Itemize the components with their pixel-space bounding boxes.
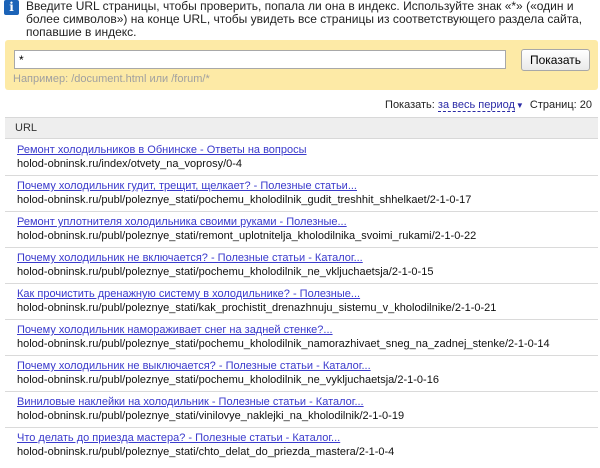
result-item: Почему холодильник гудит, трещит, щелкае… [0, 180, 600, 210]
result-url: holod-obninsk.ru/publ/poleznye_stati/cht… [17, 446, 395, 458]
result-title-link[interactable]: Почему холодильник намораживает снег на … [17, 324, 333, 336]
result-item: Ремонт уплотнителя холодильника своими р… [0, 216, 600, 246]
result-title-link[interactable]: Ремонт холодильников в Обнинске - Ответы… [17, 144, 307, 156]
result-url: holod-obninsk.ru/publ/poleznye_stati/rem… [17, 230, 477, 242]
triangle-down-icon[interactable]: ▼ [516, 101, 524, 110]
url-search-input[interactable] [14, 50, 506, 69]
result-url: holod-obninsk.ru/publ/poleznye_stati/vin… [17, 410, 405, 422]
url-column-header: URL [5, 117, 598, 139]
result-title-link[interactable]: Почему холодильник не включается? - Поле… [17, 252, 363, 264]
result-item: Ремонт холодильников в Обнинске - Ответы… [0, 144, 600, 174]
info-bar: i Введите URL страницы, чтобы проверить,… [0, 0, 600, 39]
result-item: Как прочистить дренажную систему в холод… [0, 288, 600, 318]
result-title-link[interactable]: Ремонт уплотнителя холодильника своими р… [17, 216, 347, 228]
divider [5, 427, 598, 428]
result-item: Что делать до приезда мастера? - Полезны… [0, 432, 600, 462]
info-icon: i [4, 0, 19, 15]
result-item: Почему холодильник не включается? - Поле… [0, 252, 600, 282]
result-url: holod-obninsk.ru/publ/poleznye_stati/poc… [17, 266, 434, 278]
search-panel: Показать Например: /document.html или /f… [5, 40, 598, 90]
result-title-link[interactable]: Почему холодильник гудит, трещит, щелкае… [17, 180, 357, 192]
result-url: holod-obninsk.ru/publ/poleznye_stati/kak… [17, 302, 497, 314]
divider [5, 391, 598, 392]
result-title-link[interactable]: Виниловые наклейки на холодильник - Поле… [17, 396, 364, 408]
divider [5, 175, 598, 176]
divider [5, 247, 598, 248]
result-title-link[interactable]: Что делать до приезда мастера? - Полезны… [17, 432, 340, 444]
info-text: Введите URL страницы, чтобы проверить, п… [26, 0, 583, 39]
url-header-label: URL [15, 122, 38, 134]
search-hint: Например: /document.html или /forum/* [13, 73, 210, 85]
pages-count: 20 [579, 99, 592, 111]
period-filter: Показать: за весь период▼ Страниц: 20 [385, 99, 592, 112]
show-label: Показать: [385, 99, 435, 111]
result-url: holod-obninsk.ru/publ/poleznye_stati/poc… [17, 374, 439, 386]
result-title-link[interactable]: Почему холодильник не выключается? - Пол… [17, 360, 371, 372]
divider [5, 283, 598, 284]
result-url: holod-obninsk.ru/publ/poleznye_stati/poc… [17, 194, 472, 206]
result-item: Почему холодильник намораживает снег на … [0, 324, 600, 354]
result-title-link[interactable]: Как прочистить дренажную систему в холод… [17, 288, 360, 300]
show-button[interactable]: Показать [521, 49, 590, 71]
divider [5, 211, 598, 212]
result-item: Почему холодильник не выключается? - Пол… [0, 360, 600, 390]
result-url: holod-obninsk.ru/index/otvety_na_voprosy… [17, 158, 243, 170]
divider [5, 355, 598, 356]
result-url: holod-obninsk.ru/publ/poleznye_stati/poc… [17, 338, 550, 350]
divider [5, 319, 598, 320]
period-dropdown[interactable]: за весь период [437, 99, 515, 112]
result-item: Виниловые наклейки на холодильник - Поле… [0, 396, 600, 426]
pages-label: Страниц: [529, 99, 577, 111]
